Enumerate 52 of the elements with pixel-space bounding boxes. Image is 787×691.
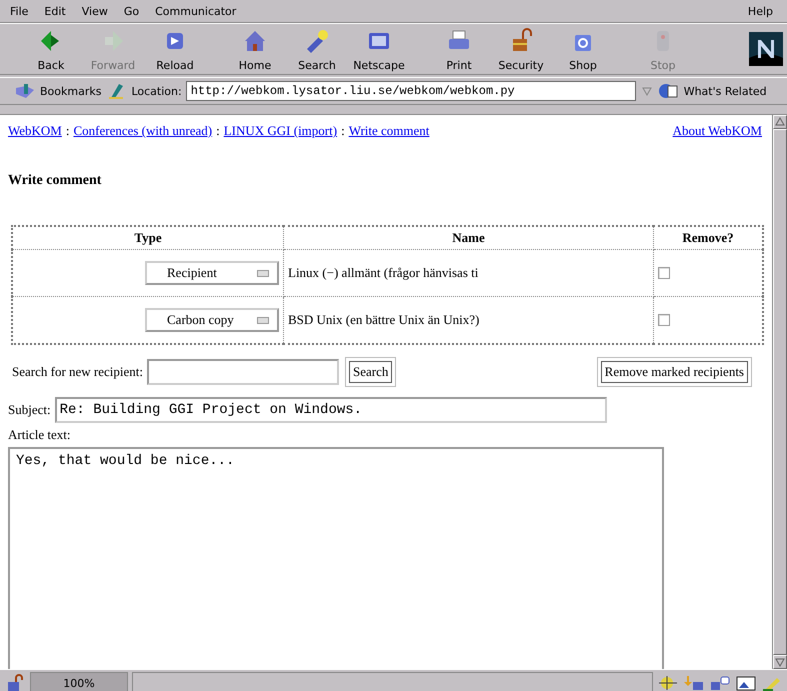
location-label: Location: — [131, 84, 182, 98]
scroll-up-button[interactable] — [773, 115, 787, 129]
globe-icon[interactable] — [658, 82, 680, 100]
menu-item[interactable]: Go — [118, 4, 150, 18]
breadcrumb-link[interactable]: WebKOM — [8, 123, 62, 139]
remove-checkbox[interactable] — [658, 314, 670, 326]
subject-label: Subject: — [8, 402, 51, 418]
toolbar-button[interactable]: Shop — [552, 26, 614, 72]
toolbar-button[interactable]: Search — [286, 26, 348, 72]
subject-field[interactable]: Re: Building GGI Project on Windows. — [54, 397, 607, 423]
zoom-level: 100% — [30, 672, 128, 691]
separator: : — [216, 123, 220, 139]
article-label: Article text: — [8, 427, 72, 443]
search-field[interactable] — [147, 359, 340, 385]
toolbar-button[interactable]: Netscape — [348, 26, 410, 72]
table-cell: Linux (−) allmänt (frågor hänvisas ti — [284, 250, 654, 296]
toolbar-button[interactable]: Print — [428, 26, 490, 72]
toolbar-button[interactable]: Home — [224, 26, 286, 72]
url-field[interactable]: http://webkom.lysator.liu.se/webkom/webkom.py — [186, 81, 636, 101]
type-select[interactable]: Recipient — [145, 261, 279, 285]
menu-item[interactable]: File — [4, 4, 38, 18]
separator: : — [341, 123, 345, 139]
up-arrow-icon — [775, 117, 785, 127]
mail-icon[interactable] — [683, 674, 705, 691]
page-heading: Write comment — [8, 173, 102, 189]
article-field[interactable]: Yes, that would be nice... — [8, 447, 664, 669]
separator: : — [66, 123, 70, 139]
bookmarks-label[interactable]: Bookmarks — [40, 84, 102, 98]
column-header: Name — [284, 226, 654, 250]
menu-item[interactable]: Edit — [38, 4, 76, 18]
remove-checkbox[interactable] — [658, 267, 670, 279]
scroll-down-button[interactable] — [773, 655, 787, 669]
toolbar-button[interactable]: Reload — [144, 26, 206, 72]
breadcrumb-link[interactable]: LINUX GGI (import) — [224, 123, 338, 139]
image-icon[interactable] — [735, 674, 757, 691]
type-select[interactable]: Carbon copy — [145, 308, 279, 332]
menu-item[interactable]: Help — [742, 4, 783, 18]
search-label: Search for new recipient: — [12, 364, 144, 380]
column-header: Type — [12, 226, 284, 250]
menu-item[interactable]: View — [76, 4, 118, 18]
breadcrumb-link[interactable]: Write comment — [348, 123, 430, 139]
toolbar-button[interactable]: Security — [490, 26, 552, 72]
scrollbar[interactable] — [772, 115, 787, 669]
chat-icon[interactable] — [709, 674, 731, 691]
logo-icon — [749, 32, 783, 66]
bookmark-icon[interactable] — [14, 82, 36, 100]
breadcrumb-link[interactable]: Conferences (with unread) — [73, 123, 212, 139]
down-arrow-icon — [775, 657, 785, 667]
toolbar-button[interactable]: Back — [20, 26, 82, 72]
whats-related-label[interactable]: What's Related — [684, 84, 767, 98]
about-link[interactable]: About WebKOM — [672, 123, 762, 139]
menu-item[interactable]: Communicator — [149, 4, 246, 18]
